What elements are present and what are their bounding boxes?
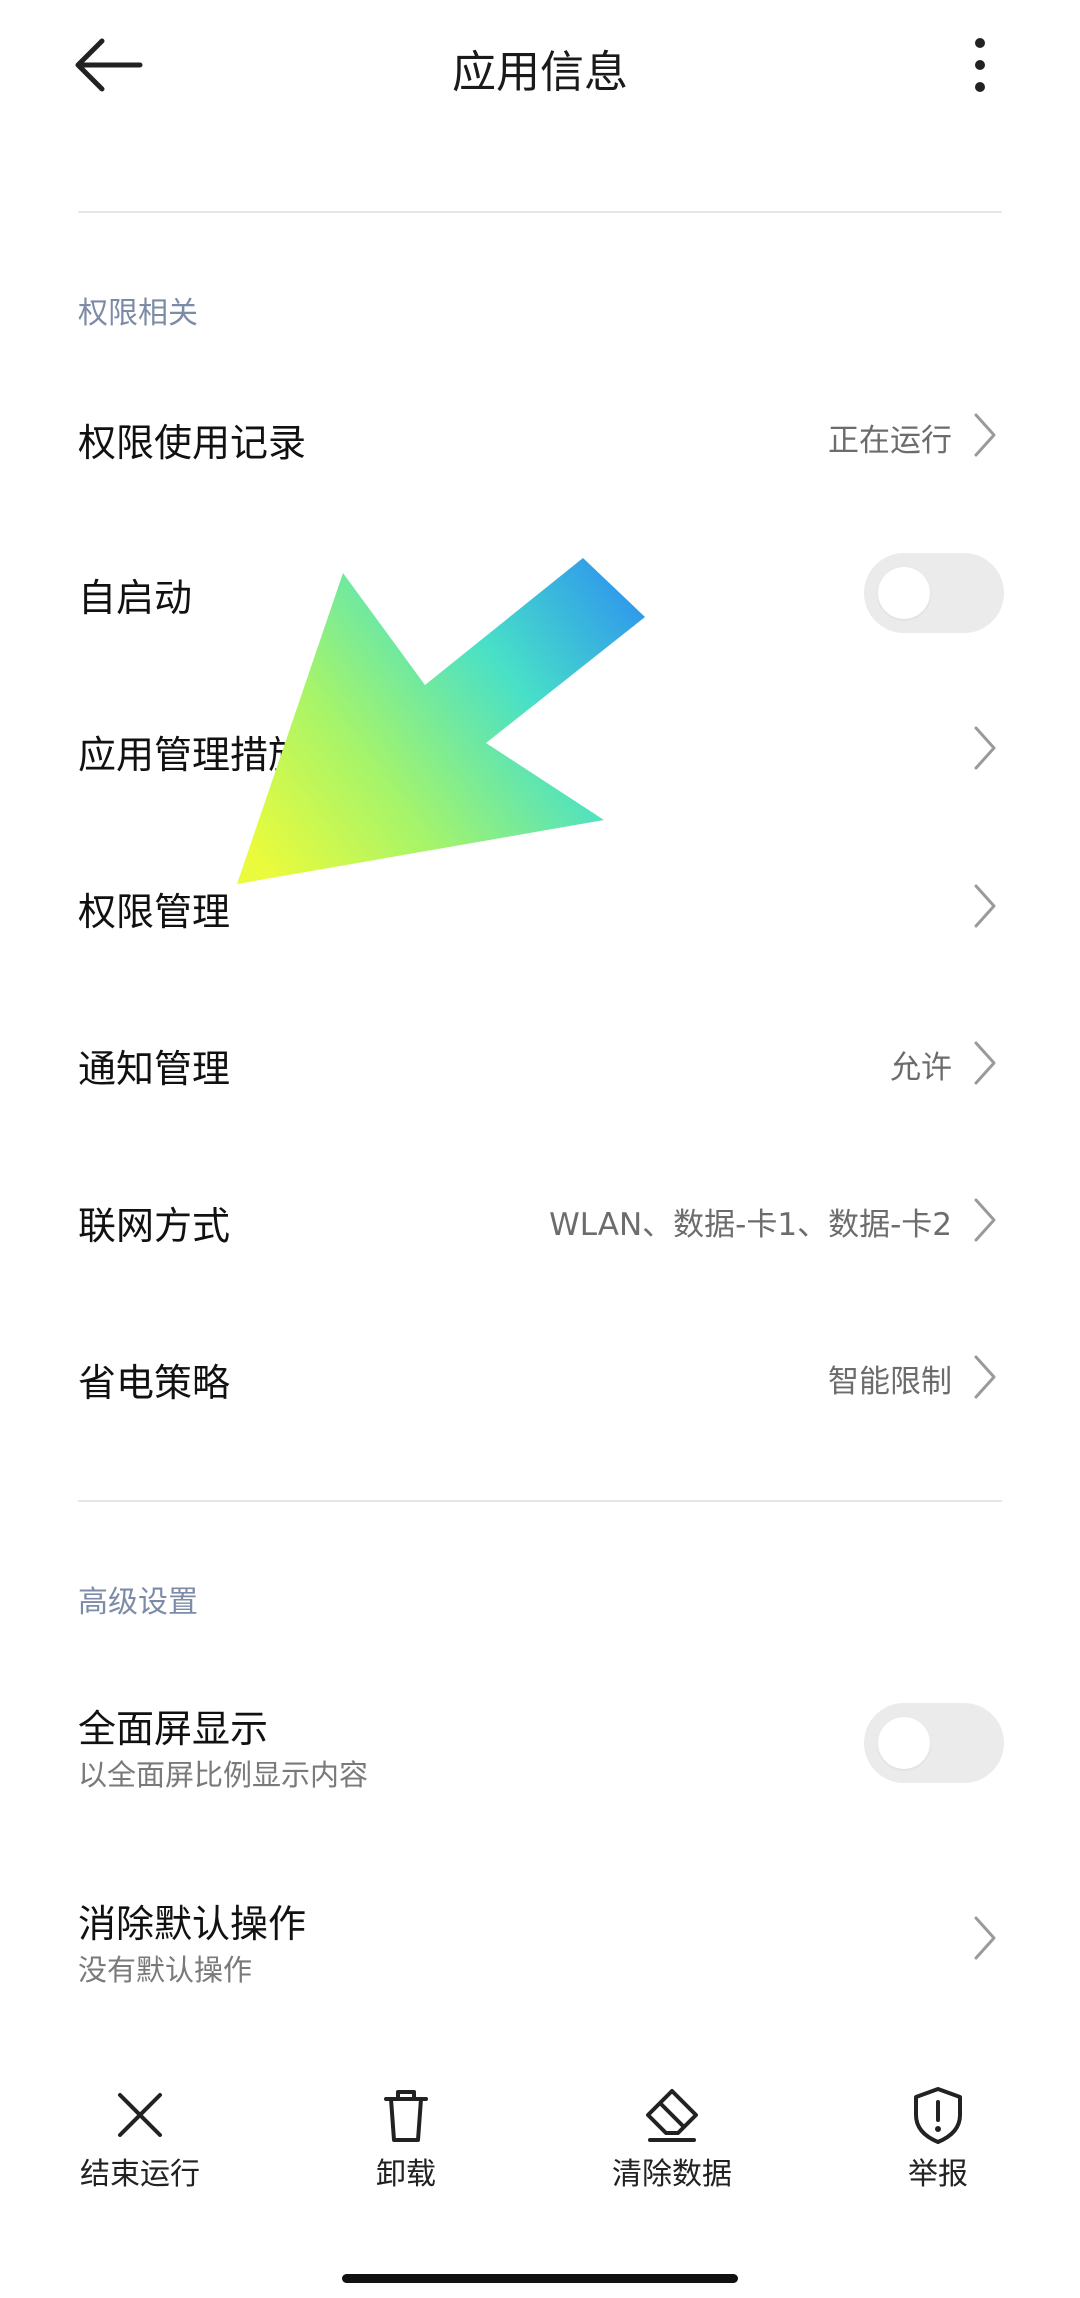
row-label: 通知管理 <box>78 1047 231 1091</box>
shield-alert-icon <box>914 2087 962 2144</box>
more-vertical-icon <box>975 38 985 92</box>
section-header-permissions: 权限相关 <box>78 296 198 331</box>
fullscreen-toggle[interactable] <box>864 1703 1004 1783</box>
uninstall-label: 卸载 <box>376 2157 436 2192</box>
toggle-knob <box>878 1717 930 1769</box>
eraser-icon <box>646 2089 698 2142</box>
row-network[interactable]: 联网方式 WLAN、数据-卡1、数据-卡2 <box>0 1145 1080 1295</box>
section-header-advanced: 高级设置 <box>78 1585 198 1620</box>
row-permission-management[interactable]: 权限管理 <box>0 831 1080 981</box>
row-fullscreen: 全面屏显示 以全面屏比例显示内容 <box>0 1660 1080 1830</box>
clear-data-button[interactable]: 清除数据 <box>572 2085 772 2215</box>
row-permission-usage[interactable]: 权限使用记录 正在运行 <box>0 360 1080 510</box>
row-value: 正在运行 <box>828 423 952 459</box>
divider <box>78 211 1002 213</box>
row-label: 消除默认操作 <box>78 1902 307 1946</box>
row-subtitle: 以全面屏比例显示内容 <box>78 1758 369 1792</box>
row-label: 全面屏显示 <box>78 1707 269 1751</box>
bottom-action-bar: 结束运行 卸载 清除数据 举报 <box>0 2085 1080 2235</box>
row-value: 允许 <box>890 1050 952 1086</box>
close-icon <box>118 2093 162 2137</box>
app-bar: 应用信息 <box>0 0 1080 135</box>
chevron-right-icon <box>974 1198 996 1242</box>
report-label: 举报 <box>908 2157 968 2192</box>
home-indicator <box>342 2274 738 2283</box>
report-button[interactable]: 举报 <box>838 2085 1038 2215</box>
trash-icon <box>384 2090 428 2142</box>
uninstall-button[interactable]: 卸载 <box>306 2085 506 2215</box>
force-stop-label: 结束运行 <box>80 2157 200 2192</box>
page-title: 应用信息 <box>452 47 628 98</box>
chevron-right-icon <box>974 726 996 770</box>
row-clear-defaults[interactable]: 消除默认操作 没有默认操作 <box>0 1855 1080 2025</box>
row-notification-management[interactable]: 通知管理 允许 <box>0 988 1080 1138</box>
row-label: 自启动 <box>78 576 193 620</box>
row-label: 省电策略 <box>78 1361 231 1405</box>
autostart-toggle[interactable] <box>864 553 1004 633</box>
row-autostart: 自启动 <box>0 517 1080 667</box>
row-label: 联网方式 <box>78 1204 231 1248</box>
divider <box>78 1500 1002 1502</box>
row-label: 应用管理措施 <box>78 733 307 777</box>
row-value: WLAN、数据-卡1、数据-卡2 <box>549 1207 952 1243</box>
row-app-management[interactable]: 应用管理措施 <box>0 674 1080 824</box>
chevron-right-icon <box>974 413 996 457</box>
row-value: 智能限制 <box>828 1364 952 1400</box>
force-stop-button[interactable]: 结束运行 <box>40 2085 240 2215</box>
toggle-knob <box>878 567 930 619</box>
row-label: 权限管理 <box>78 890 231 934</box>
clear-data-label: 清除数据 <box>612 2157 732 2192</box>
row-subtitle: 没有默认操作 <box>78 1953 253 1987</box>
more-options-button[interactable] <box>950 30 1010 100</box>
chevron-right-icon <box>974 1041 996 1085</box>
row-label: 权限使用记录 <box>78 421 307 465</box>
chevron-right-icon <box>974 1355 996 1399</box>
chevron-right-icon <box>974 884 996 928</box>
chevron-right-icon <box>974 1916 996 1960</box>
row-power-saving[interactable]: 省电策略 智能限制 <box>0 1302 1080 1452</box>
